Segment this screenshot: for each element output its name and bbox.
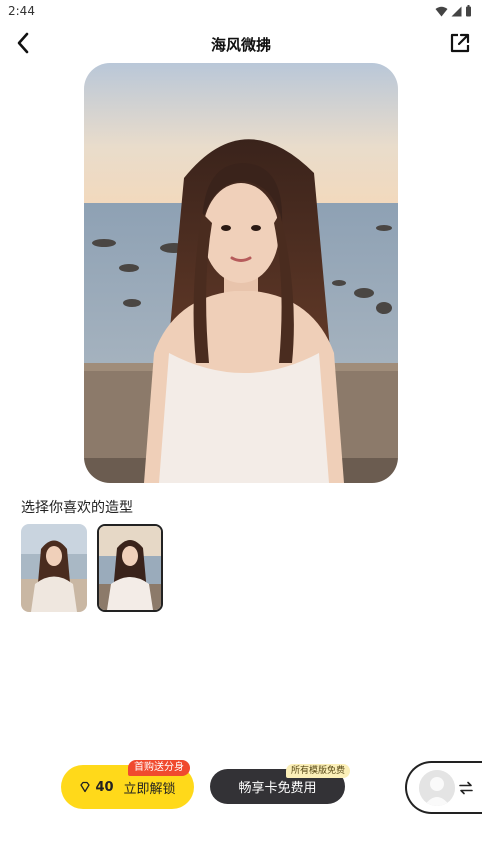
unlock-price: 40: [95, 779, 114, 795]
style-thumbnail-1[interactable]: [21, 524, 87, 612]
vip-card-label: 畅享卡免费用: [238, 781, 317, 796]
swap-icon: [459, 781, 473, 794]
main-preview-image: [84, 63, 398, 483]
diamond-icon: [80, 781, 91, 793]
unlock-promo-badge: 首购送分身: [128, 760, 190, 776]
unlock-label: 立即解锁: [123, 781, 176, 797]
signal-icon: [451, 6, 462, 16]
avatar: [419, 769, 455, 806]
back-button[interactable]: [10, 30, 36, 56]
style-section-label: 选择你喜欢的造型: [21, 500, 133, 516]
page-title: 海风微拂: [210, 35, 271, 54]
battery-icon: [466, 5, 471, 17]
vip-promo-badge: 所有模版免费: [286, 764, 351, 778]
status-icons: [435, 5, 472, 17]
status-bar: 2:44: [0, 0, 482, 22]
status-time: 2:44: [8, 4, 35, 18]
share-button[interactable]: [446, 29, 474, 57]
avatar-placeholder-icon: [419, 769, 455, 806]
back-icon: [17, 32, 29, 54]
switch-avatar-button[interactable]: [405, 761, 482, 814]
style-thumbnail-2-selected[interactable]: [97, 524, 163, 612]
wifi-icon: [435, 6, 448, 16]
header: 海风微拂: [0, 26, 482, 62]
share-icon: [450, 33, 470, 53]
